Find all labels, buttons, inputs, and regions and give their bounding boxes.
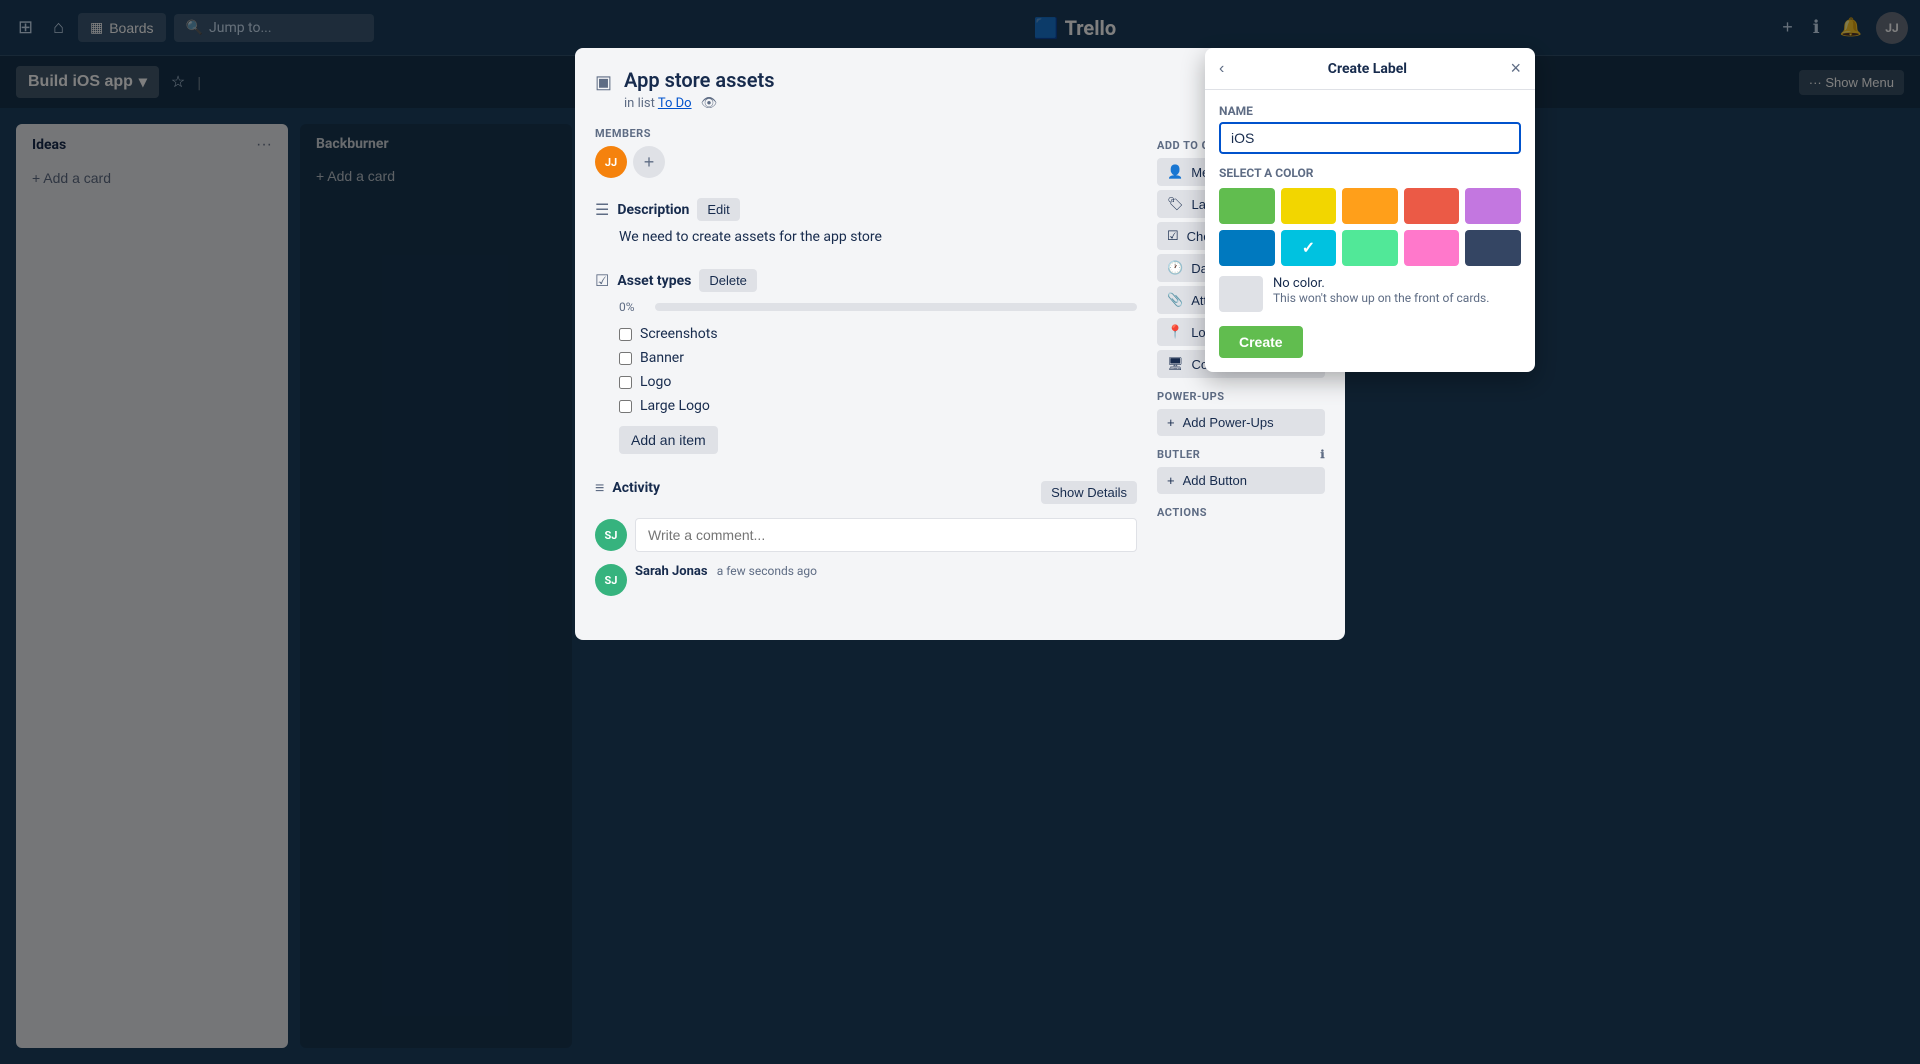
location-sidebar-icon: 📍	[1167, 324, 1183, 340]
members-label: MEMBERS	[595, 127, 1137, 140]
checklist-item-label-3: Logo	[640, 374, 671, 390]
butler-info-icon: ℹ	[1320, 448, 1325, 461]
activity-icon: ≡	[595, 478, 604, 498]
members-row: JJ +	[595, 146, 1137, 178]
checklist-section: ☑ Asset types Delete 0%	[595, 269, 1137, 454]
activity-header: ≡ Activity Show Details	[595, 478, 1137, 506]
activity-user-name: Sarah Jonas	[635, 564, 708, 579]
no-color-label: No color.	[1273, 276, 1489, 291]
activity-title-wrap: ≡ Activity	[595, 478, 660, 498]
color-swatch-purple[interactable]	[1465, 188, 1521, 224]
activity-content: Sarah Jonas a few seconds ago	[635, 564, 817, 579]
activity-user-avatar: SJ	[595, 564, 627, 596]
modal-main: MEMBERS JJ + ☰ Description Edit	[595, 127, 1137, 620]
dialog-close-button[interactable]: ×	[1510, 58, 1521, 79]
activity-section: ≡ Activity Show Details SJ SJ	[595, 478, 1137, 596]
description-title: Description	[617, 202, 689, 218]
label-name-input[interactable]	[1219, 122, 1521, 154]
checklist-item: Screenshots	[619, 322, 1137, 346]
description-section: ☰ Description Edit We need to create ass…	[595, 198, 1137, 245]
checklist-item: Large Logo	[619, 394, 1137, 418]
color-swatch-orange[interactable]	[1342, 188, 1398, 224]
card-subtitle: in list To Do 👁	[624, 108, 774, 111]
color-swatch-blue[interactable]	[1219, 230, 1275, 266]
create-label-button[interactable]: Create	[1219, 326, 1303, 358]
list-link[interactable]: To Do	[658, 108, 692, 111]
add-button-icon: +	[1167, 473, 1175, 488]
members-sidebar-icon: 👤	[1167, 164, 1183, 180]
checklist-sidebar-icon: ☑	[1167, 228, 1179, 244]
activity-input-row: SJ	[595, 518, 1137, 552]
checklist-icon: ☑	[595, 271, 609, 290]
butler-label: BUTLER	[1157, 448, 1200, 461]
checklist-item: Banner	[619, 346, 1137, 370]
butler-label-wrap: BUTLER ℹ	[1157, 448, 1325, 461]
watch-icon: 👁	[701, 108, 718, 111]
dialog-header: ‹ Create Label ×	[1205, 48, 1535, 90]
board-content: Ideas ··· + Add a card × ▣ App store ass…	[0, 108, 1920, 1064]
activity-time: a few seconds ago	[717, 564, 817, 578]
activity-item: SJ Sarah Jonas a few seconds ago	[595, 564, 1137, 596]
color-swatch-darkgray[interactable]	[1465, 230, 1521, 266]
add-power-ups-icon: +	[1167, 415, 1175, 430]
checklist-item-label-2: Banner	[640, 350, 684, 366]
add-power-ups-button[interactable]: + Add Power-Ups	[1157, 409, 1325, 436]
name-label: Name	[1219, 104, 1521, 118]
add-button-button[interactable]: + Add Button	[1157, 467, 1325, 494]
attachment-sidebar-icon: 📎	[1167, 292, 1183, 308]
progress-label: 0%	[619, 300, 647, 314]
color-swatch-lime[interactable]	[1342, 230, 1398, 266]
add-member-button[interactable]: +	[633, 146, 665, 178]
no-color-swatch[interactable]	[1219, 276, 1263, 312]
add-item-button[interactable]: Add an item	[619, 426, 718, 454]
description-icon: ☰	[595, 200, 609, 219]
color-grid	[1219, 188, 1521, 266]
member-avatar-jj[interactable]: JJ	[595, 146, 627, 178]
dialog-back-button[interactable]: ‹	[1219, 60, 1224, 78]
checklist-checkbox-3[interactable]	[619, 376, 632, 389]
actions-label: ACTIONS	[1157, 506, 1325, 519]
color-swatch-red[interactable]	[1404, 188, 1460, 224]
checklist-items: Screenshots Banner Logo	[619, 322, 1137, 418]
color-swatch-yellow[interactable]	[1281, 188, 1337, 224]
delete-checklist-button[interactable]: Delete	[699, 269, 757, 292]
dates-sidebar-icon: 🕐	[1167, 260, 1183, 276]
checklist-title: Asset types	[617, 273, 691, 289]
checklist-item-label-4: Large Logo	[640, 398, 710, 414]
activity-avatar-sj: SJ	[595, 519, 627, 551]
checklist-item: Logo	[619, 370, 1137, 394]
color-swatch-pink[interactable]	[1404, 230, 1460, 266]
no-color-row: No color. This won't show up on the fron…	[1219, 276, 1521, 312]
activity-title: Activity	[612, 480, 660, 496]
progress-bar	[655, 303, 1137, 311]
color-swatch-teal[interactable]	[1281, 230, 1337, 266]
description-text: We need to create assets for the app sto…	[619, 229, 1137, 245]
add-power-ups-label: Add Power-Ups	[1183, 415, 1274, 430]
members-section: MEMBERS JJ +	[595, 127, 1137, 178]
add-button-label: Add Button	[1183, 473, 1247, 488]
show-details-button[interactable]: Show Details	[1041, 481, 1137, 504]
labels-sidebar-icon: 🏷	[1167, 196, 1184, 212]
card-modal-overlay: × ▣ App store assets in list To Do 👁	[0, 108, 1920, 1064]
checklist-item-label-1: Screenshots	[640, 326, 718, 342]
color-swatch-green[interactable]	[1219, 188, 1275, 224]
select-color-title: Select a color	[1219, 166, 1521, 180]
checklist-checkbox-4[interactable]	[619, 400, 632, 413]
progress-bar-wrap: 0%	[619, 300, 1137, 314]
checklist-header: ☑ Asset types Delete	[595, 269, 1137, 292]
edit-description-button[interactable]: Edit	[697, 198, 739, 221]
checklist-checkbox-1[interactable]	[619, 328, 632, 341]
checklist-checkbox-2[interactable]	[619, 352, 632, 365]
description-header: ☰ Description Edit	[595, 198, 1137, 221]
comment-input[interactable]	[635, 518, 1137, 552]
no-color-sub: This won't show up on the front of cards…	[1273, 291, 1489, 305]
create-label-dialog: ‹ Create Label × Name Select a color	[1205, 48, 1535, 372]
dialog-title: Create Label	[1328, 61, 1407, 77]
power-ups-label: POWER-UPS	[1157, 390, 1325, 403]
modal-header-content: App store assets in list To Do 👁	[624, 108, 774, 111]
dialog-body: Name Select a color No color. This wo	[1205, 90, 1535, 372]
no-color-text-wrap: No color. This won't show up on the fron…	[1273, 276, 1489, 305]
cover-sidebar-icon: 🖥	[1167, 356, 1184, 372]
